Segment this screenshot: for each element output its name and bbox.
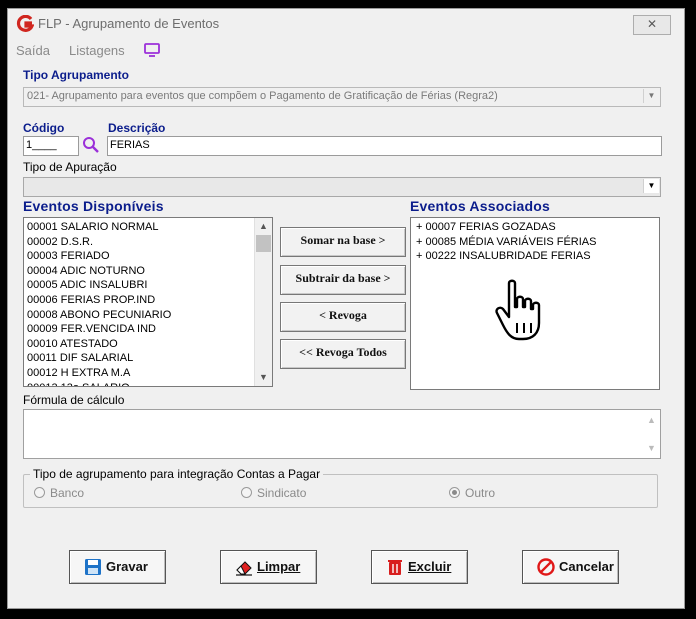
menu-saida[interactable]: Saída	[16, 43, 50, 58]
list-item[interactable]: 00006 FERIAS PROP.IND	[24, 293, 254, 308]
integracao-label: Tipo de agrupamento para integração Cont…	[30, 467, 324, 481]
radio-banco-label: Banco	[50, 486, 85, 500]
list-item[interactable]: 00011 DIF SALARIAL	[24, 351, 254, 366]
gravar-label: Gravar	[106, 559, 148, 574]
save-icon	[85, 559, 101, 575]
excluir-label: Excluir	[408, 559, 452, 574]
limpar-button[interactable]: Limpar	[220, 550, 317, 584]
gravar-button[interactable]: Gravar	[69, 550, 166, 584]
window-title: FLP - Agrupamento de Eventos	[38, 16, 220, 31]
codigo-label: Código	[23, 121, 65, 135]
chevron-down-icon[interactable]: ▼	[643, 179, 659, 193]
scroll-down-icon[interactable]: ▼	[643, 440, 660, 456]
somar-na-base-button[interactable]: Somar na base >	[280, 227, 406, 257]
cancelar-button[interactable]: Cancelar	[522, 550, 619, 584]
hand-cursor-icon	[495, 279, 541, 341]
eventos-disponiveis-scrollbar[interactable]: ▲ ▼	[254, 218, 272, 386]
excluir-button[interactable]: Excluir	[371, 550, 468, 584]
list-item[interactable]: 00008 ABONO PECUNIARIO	[24, 308, 254, 323]
tipo-agrupamento-select[interactable]: 021- Agrupamento para eventos que compõe…	[23, 87, 661, 107]
formula-scrollbar[interactable]: ▲ ▼	[643, 410, 660, 458]
scroll-up-icon[interactable]: ▲	[255, 218, 272, 234]
list-item[interactable]: 00012 H EXTRA M.A	[24, 366, 254, 381]
revoga-label: < Revoga	[319, 308, 367, 322]
menu-listagens[interactable]: Listagens	[69, 43, 125, 58]
eventos-disponiveis-label: Eventos Disponíveis	[23, 198, 164, 214]
list-item[interactable]: 00009 FER.VENCIDA IND	[24, 322, 254, 337]
radio-outro[interactable]: Outro	[449, 486, 495, 500]
dialog-window: FLP - Agrupamento de Eventos ✕ Saída Lis…	[7, 8, 685, 609]
descricao-value: FERIAS	[110, 139, 150, 151]
list-item[interactable]: 00005 ADIC INSALUBRI	[24, 278, 254, 293]
codigo-value: 1____	[26, 139, 57, 151]
formula-textarea[interactable]: ▲ ▼	[23, 409, 661, 459]
limpar-label: Limpar	[257, 559, 301, 574]
monitor-icon[interactable]	[144, 43, 160, 57]
scroll-up-icon[interactable]: ▲	[643, 412, 660, 428]
radio-dot-icon	[34, 487, 45, 498]
scroll-thumb[interactable]	[256, 235, 271, 252]
close-button[interactable]: ✕	[633, 15, 671, 35]
tipo-apuracao-select[interactable]: ▼	[23, 177, 661, 197]
scroll-down-icon[interactable]: ▼	[255, 369, 272, 385]
codigo-field[interactable]: 1____	[23, 136, 79, 156]
revoga-todos-button[interactable]: << Revoga Todos	[280, 339, 406, 369]
subtrair-label: Subtrair da base >	[295, 271, 391, 285]
radio-outro-label: Outro	[465, 486, 496, 500]
list-item[interactable]: + 00222 INSALUBRIDADE FERIAS	[413, 249, 653, 264]
search-icon[interactable]	[82, 136, 100, 154]
cancelar-label: Cancelar	[559, 559, 614, 574]
list-item[interactable]: 00010 ATESTADO	[24, 337, 254, 352]
revoga-button[interactable]: < Revoga	[280, 302, 406, 332]
subtrair-da-base-button[interactable]: Subtrair da base >	[280, 265, 406, 295]
tipo-agrupamento-value: 021- Agrupamento para eventos que compõe…	[27, 90, 498, 102]
tipo-apuracao-label: Tipo de Apuração	[23, 160, 117, 174]
app-logo-icon	[16, 15, 34, 32]
radio-dot-icon	[241, 487, 252, 498]
descricao-field[interactable]: FERIAS	[107, 136, 662, 156]
radio-selected-icon	[449, 487, 460, 498]
trash-icon	[388, 560, 402, 575]
list-item[interactable]: + 00085 MÉDIA VARIÁVEIS FÉRIAS	[413, 235, 653, 250]
list-item[interactable]: 00003 FERIADO	[24, 249, 254, 264]
somar-label: Somar na base >	[300, 233, 386, 247]
radio-sindicato[interactable]: Sindicato	[241, 486, 306, 500]
eventos-disponiveis-list[interactable]: 00001 SALARIO NORMAL 00002 D.S.R. 00003 FE…	[23, 217, 273, 387]
tipo-agrupamento-label: Tipo Agrupamento	[23, 68, 129, 82]
list-item[interactable]: 00001 SALARIO NORMAL	[24, 220, 254, 235]
revoga-todos-label: << Revoga Todos	[299, 345, 387, 359]
chevron-down-icon[interactable]: ▼	[643, 89, 659, 103]
list-item[interactable]: 00013 13o SALARIO	[24, 381, 254, 386]
list-item[interactable]: + 00007 FERIAS GOZADAS	[413, 220, 653, 235]
descricao-label: Descrição	[108, 121, 166, 135]
eraser-icon	[236, 561, 252, 576]
cancel-icon	[537, 558, 555, 576]
title-bar: FLP - Agrupamento de Eventos ✕	[8, 9, 684, 39]
eventos-associados-label: Eventos Associados	[410, 198, 551, 214]
radio-banco[interactable]: Banco	[34, 486, 84, 500]
formula-label: Fórmula de cálculo	[23, 393, 125, 407]
list-item[interactable]: 00002 D.S.R.	[24, 235, 254, 250]
radio-sindicato-label: Sindicato	[257, 486, 307, 500]
list-item[interactable]: 00004 ADIC NOTURNO	[24, 264, 254, 279]
